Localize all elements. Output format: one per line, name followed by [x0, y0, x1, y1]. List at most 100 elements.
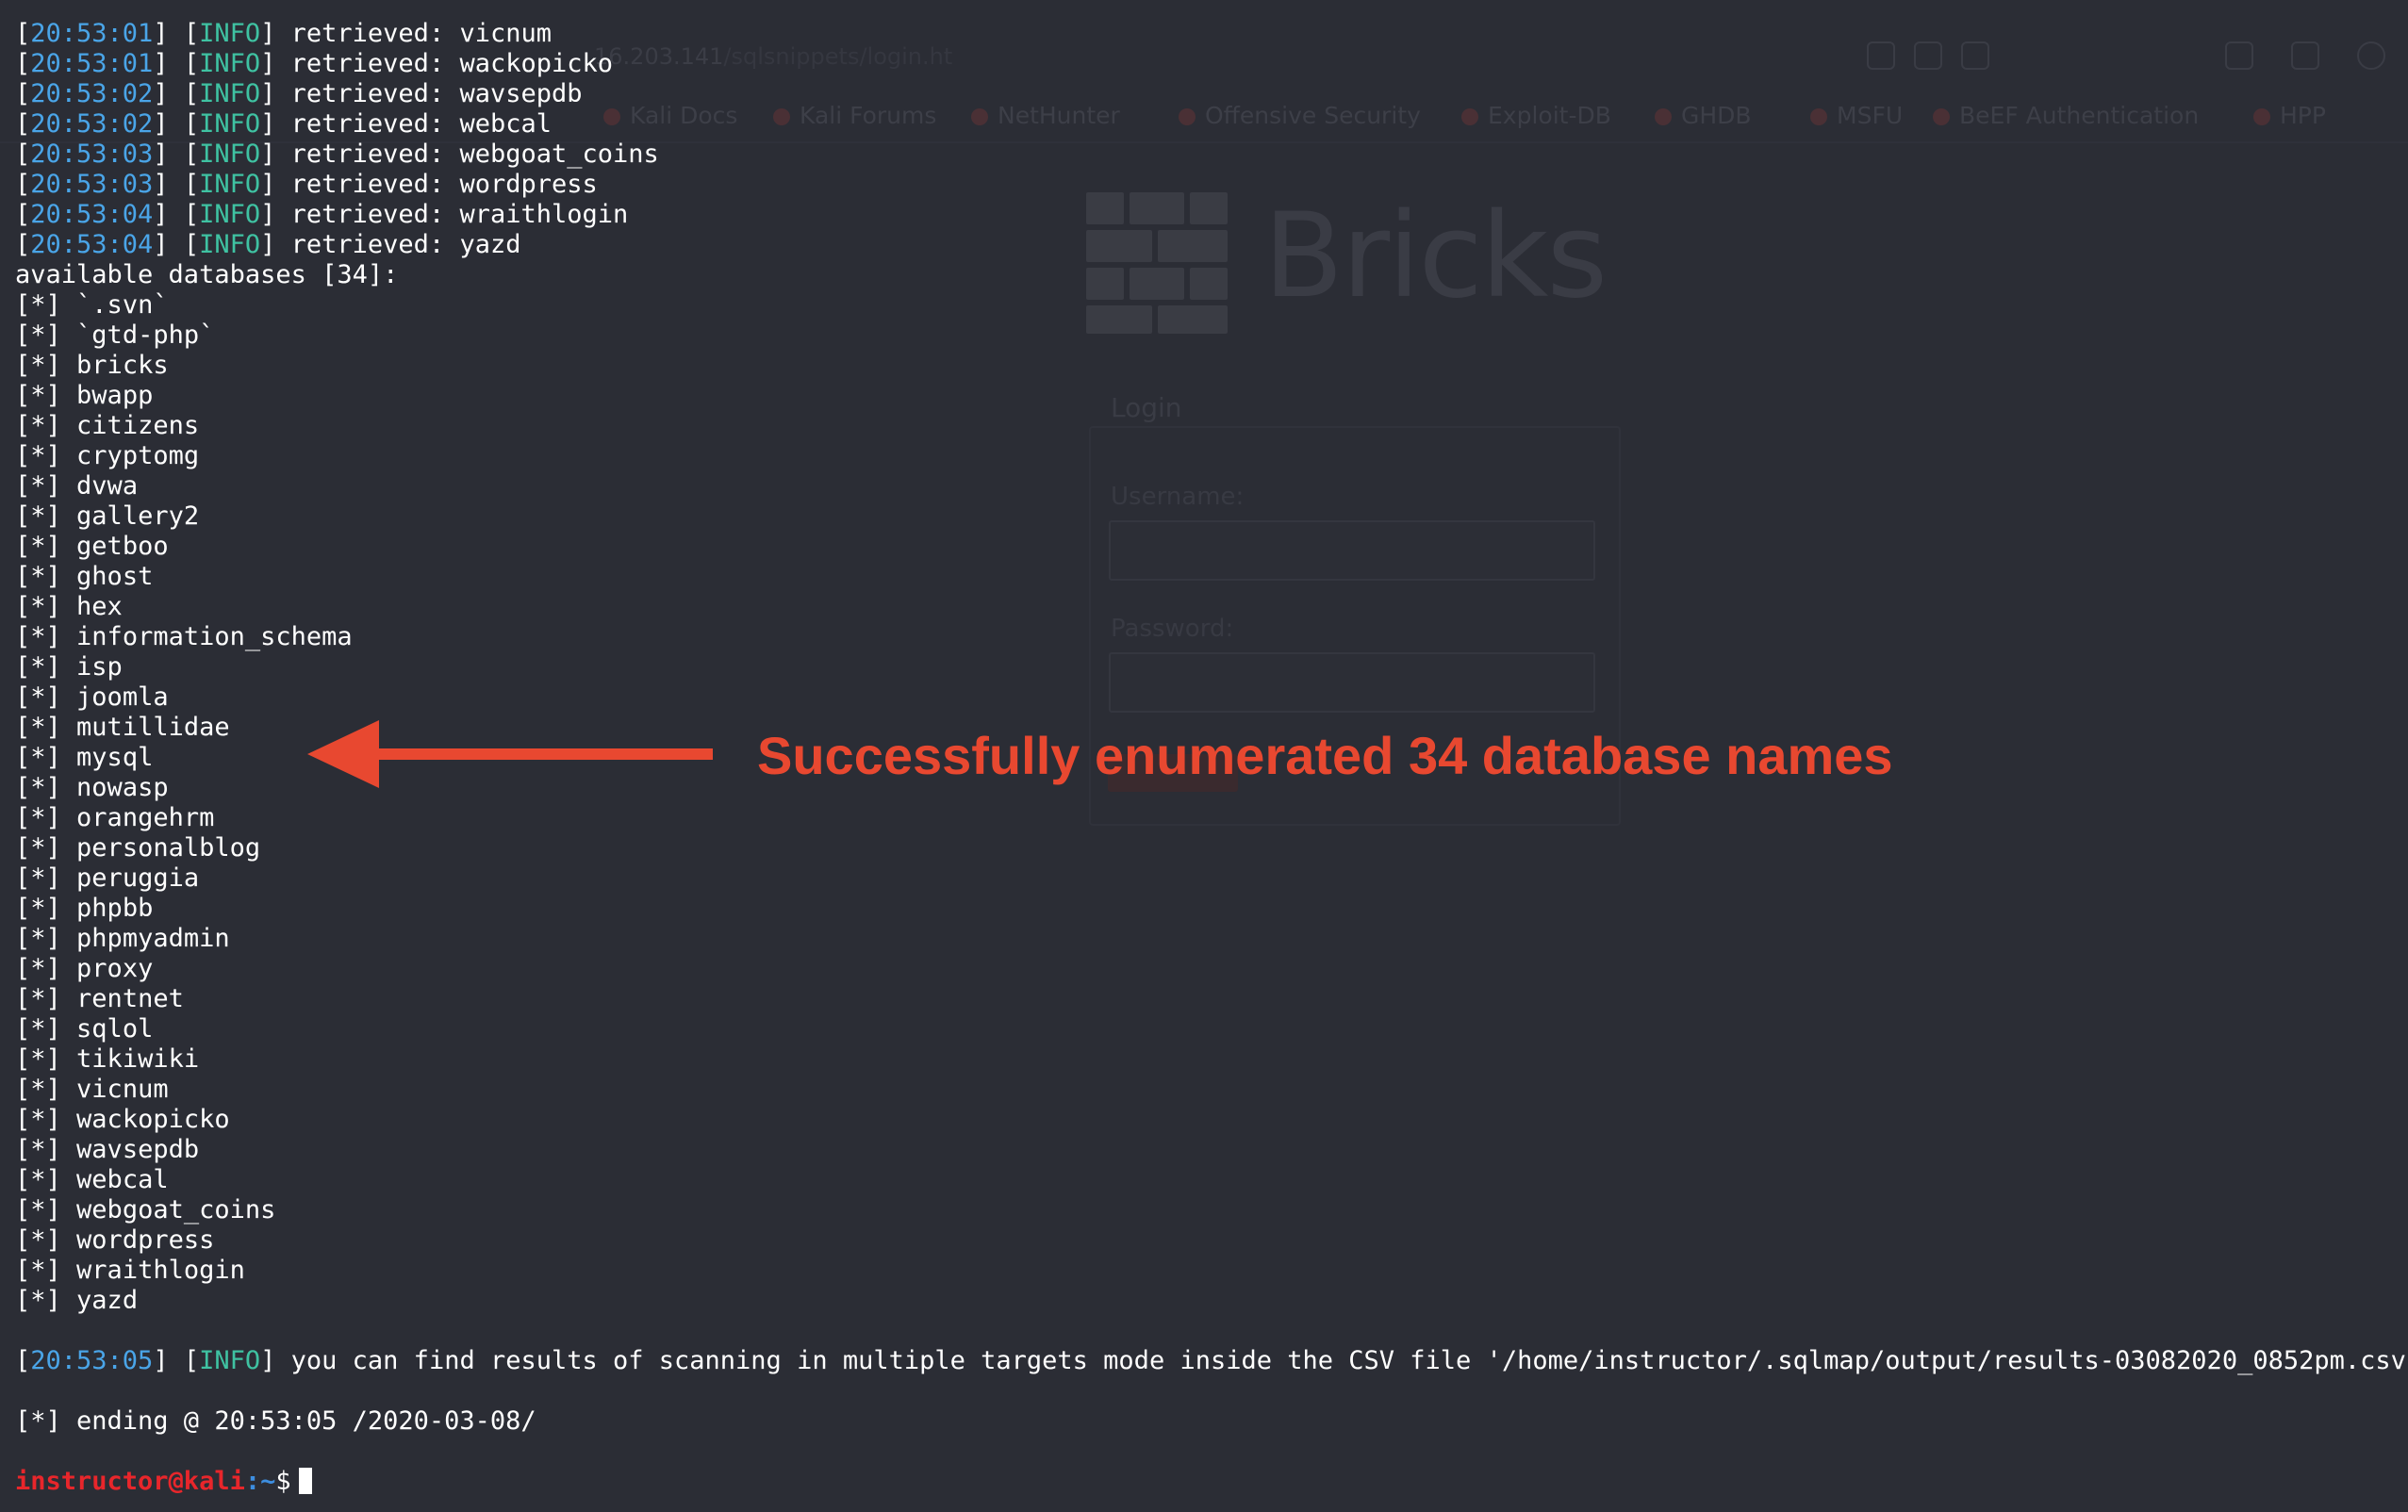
list-bullet: [*]	[15, 1256, 61, 1285]
log-level: INFO	[199, 230, 261, 259]
list-bullet: [*]	[15, 290, 61, 320]
database-name: cryptomg	[76, 441, 200, 470]
database-name: nowasp	[76, 773, 169, 802]
database-list-item: [*] personalblog	[15, 833, 2400, 863]
list-bullet: [*]	[15, 1014, 61, 1044]
list-bullet: [*]	[15, 1195, 61, 1224]
database-list-item: [*] citizens	[15, 411, 2400, 441]
database-list-item: [*] cryptomg	[15, 441, 2400, 471]
list-bullet: [*]	[15, 1135, 61, 1164]
log-message: retrieved: yazd	[290, 230, 521, 259]
database-list-item: [*] bricks	[15, 351, 2400, 381]
database-list-item: [*] yazd	[15, 1286, 2400, 1316]
list-bullet: [*]	[15, 622, 61, 651]
list-bullet: [*]	[15, 984, 61, 1013]
database-name: information_schema	[76, 622, 353, 651]
list-bullet: [*]	[15, 381, 61, 410]
database-name: wordpress	[76, 1225, 215, 1255]
database-list-item: [*] wavsepdb	[15, 1135, 2400, 1165]
database-name: dvwa	[76, 471, 139, 501]
log-line: [20:53:01] [INFO] retrieved: wackopicko	[15, 49, 614, 78]
database-name: wackopicko	[76, 1105, 230, 1134]
ending-line: [*] ending @ 20:53:05 /2020-03-08/	[15, 1406, 536, 1436]
log-message: retrieved: webgoat_coins	[290, 140, 659, 169]
log-message: retrieved: wordpress	[290, 170, 598, 199]
database-list-item: [*] vicnum	[15, 1075, 2400, 1105]
log-message: retrieved: webcal	[290, 109, 552, 139]
log-line: [20:53:04] [INFO] retrieved: wraithlogin	[15, 200, 629, 229]
log-level: INFO	[199, 109, 261, 139]
log-line: [20:53:02] [INFO] retrieved: wavsepdb	[15, 79, 583, 108]
database-name: `gtd-php`	[76, 320, 215, 350]
list-bullet: [*]	[15, 532, 61, 561]
database-list-item: [*] wraithlogin	[15, 1256, 2400, 1286]
log-timestamp: 20:53:03	[30, 140, 154, 169]
database-list-item: [*] getboo	[15, 532, 2400, 562]
log-message: retrieved: wraithlogin	[290, 200, 629, 229]
list-bullet: [*]	[15, 1286, 61, 1315]
list-bullet: [*]	[15, 652, 61, 682]
log-level: INFO	[199, 1346, 261, 1375]
database-list-item: [*] webgoat_coins	[15, 1195, 2400, 1225]
list-bullet: [*]	[15, 773, 61, 802]
database-name: peruggia	[76, 863, 200, 893]
list-bullet: [*]	[15, 441, 61, 470]
log-timestamp: 20:53:05	[30, 1346, 154, 1375]
list-bullet: [*]	[15, 682, 61, 712]
csv-results-line: [20:53:05] [INFO] you can find results o…	[15, 1346, 2408, 1376]
list-bullet: [*]	[15, 713, 61, 742]
database-name: bwapp	[76, 381, 154, 410]
log-message: retrieved: vicnum	[290, 19, 552, 48]
list-bullet: [*]	[15, 320, 61, 350]
database-list-item: [*] wackopicko	[15, 1105, 2400, 1135]
list-bullet: [*]	[15, 471, 61, 501]
database-list-item: [*] bwapp	[15, 381, 2400, 411]
log-level: INFO	[199, 200, 261, 229]
log-timestamp: 20:53:01	[30, 49, 154, 78]
list-bullet: [*]	[15, 803, 61, 832]
annotation-text: Successfully enumerated 34 database name…	[757, 726, 1893, 785]
database-list-item: [*] sqlol	[15, 1014, 2400, 1044]
prompt-symbol: $	[275, 1467, 291, 1496]
cursor-icon[interactable]	[298, 1468, 312, 1494]
list-bullet: [*]	[15, 954, 61, 983]
list-bullet: [*]	[15, 411, 61, 440]
database-list-item: [*] `gtd-php`	[15, 320, 2400, 351]
log-timestamp: 20:53:02	[30, 109, 154, 139]
database-name: phpmyadmin	[76, 924, 230, 953]
log-level: INFO	[199, 170, 261, 199]
database-list-item: [*] peruggia	[15, 863, 2400, 894]
list-bullet: [*]	[15, 501, 61, 531]
database-list-item: [*] information_schema	[15, 622, 2400, 652]
log-message: retrieved: wavsepdb	[290, 79, 583, 108]
prompt-user-host: instructor@kali	[15, 1467, 245, 1496]
log-line: [20:53:02] [INFO] retrieved: webcal	[15, 109, 552, 139]
database-name: `.svn`	[76, 290, 169, 320]
database-name: gallery2	[76, 501, 200, 531]
database-list-item: [*] tikiwiki	[15, 1044, 2400, 1075]
database-name: wavsepdb	[76, 1135, 200, 1164]
log-level: INFO	[199, 49, 261, 78]
database-list-item: [*] proxy	[15, 954, 2400, 984]
list-bullet: [*]	[15, 743, 61, 772]
list-bullet: [*]	[15, 1044, 61, 1074]
database-list-item: [*] orangehrm	[15, 803, 2400, 833]
database-name: phpbb	[76, 894, 154, 923]
database-name: vicnum	[76, 1075, 169, 1104]
list-bullet: [*]	[15, 562, 61, 591]
database-list-item: [*] gallery2	[15, 501, 2400, 532]
database-name: mysql	[76, 743, 154, 772]
database-name: rentnet	[76, 984, 184, 1013]
database-name: citizens	[76, 411, 200, 440]
log-level: INFO	[199, 19, 261, 48]
database-name: proxy	[76, 954, 154, 983]
database-list-item: [*] hex	[15, 592, 2400, 622]
list-bullet: [*]	[15, 1105, 61, 1134]
database-name: mutillidae	[76, 713, 230, 742]
list-bullet: [*]	[15, 1165, 61, 1194]
log-timestamp: 20:53:03	[30, 170, 154, 199]
database-list-item: [*] phpbb	[15, 894, 2400, 924]
log-message: retrieved: wackopicko	[290, 49, 614, 78]
